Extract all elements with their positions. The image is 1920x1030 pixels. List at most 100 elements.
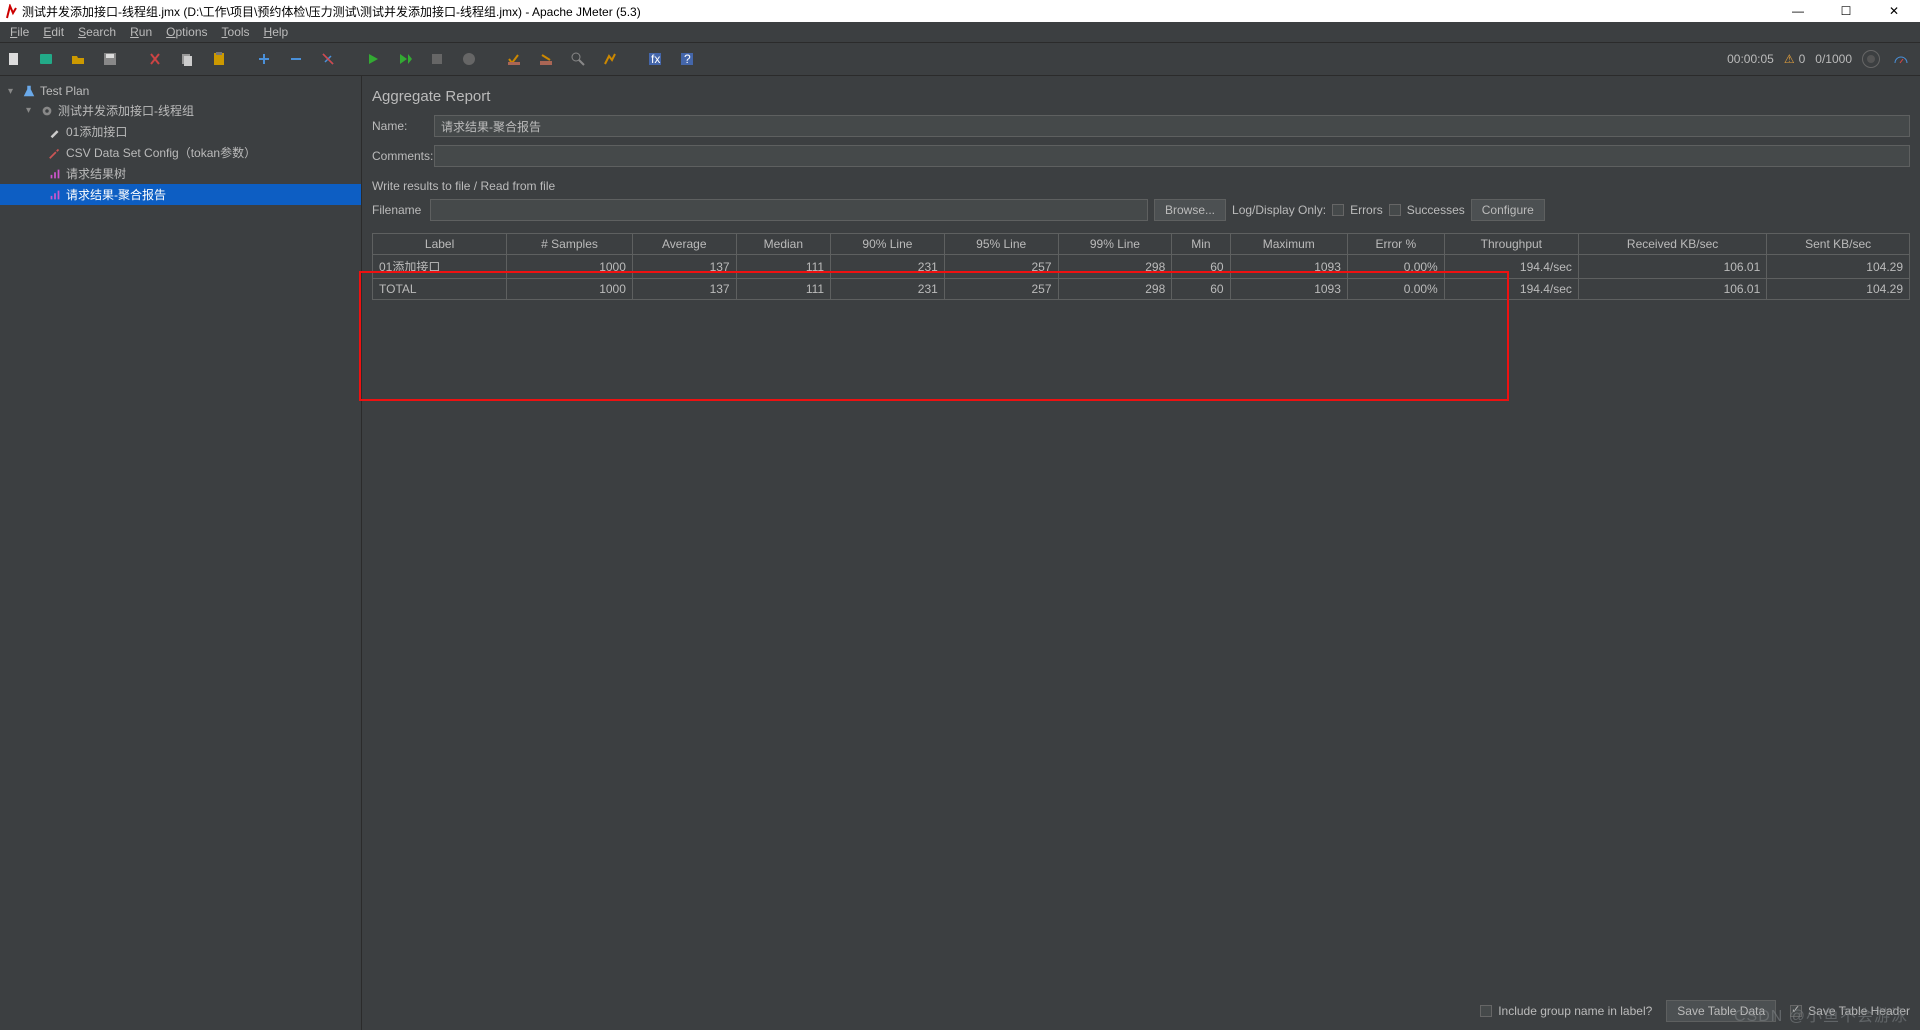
chevron-down-icon[interactable]: ▾ xyxy=(26,105,36,116)
table-cell: 298 xyxy=(1058,279,1172,300)
table-cell: 104.29 xyxy=(1767,255,1910,279)
name-input[interactable] xyxy=(434,115,1910,137)
clear-all-icon[interactable] xyxy=(536,49,556,69)
content-panel: Aggregate Report Name: Comments: Write r… xyxy=(362,76,1920,1030)
test-plan-tree[interactable]: ▾ Test Plan ▾ 测试并发添加接口-线程组 01添加接口 CSV Da… xyxy=(0,76,362,1030)
table-cell: 298 xyxy=(1058,255,1172,279)
table-header[interactable]: Maximum xyxy=(1230,234,1347,255)
active-threads: 0/1000 xyxy=(1815,52,1852,66)
comments-input[interactable] xyxy=(434,145,1910,167)
tree-label: CSV Data Set Config（tokan参数） xyxy=(66,144,256,161)
expand-icon[interactable] xyxy=(254,49,274,69)
gauge-icon[interactable] xyxy=(1890,49,1910,69)
clear-icon[interactable] xyxy=(504,49,524,69)
configure-button[interactable]: Configure xyxy=(1471,199,1545,221)
tree-node-csv-config[interactable]: CSV Data Set Config（tokan参数） xyxy=(0,142,361,163)
flask-icon xyxy=(22,84,36,98)
table-header[interactable]: Received KB/sec xyxy=(1578,234,1766,255)
pipette-icon xyxy=(48,125,62,139)
table-header[interactable]: Sent KB/sec xyxy=(1767,234,1910,255)
include-group-checkbox[interactable] xyxy=(1480,1005,1492,1017)
table-header[interactable]: Label xyxy=(373,234,507,255)
gear-icon xyxy=(40,104,54,118)
table-cell: 231 xyxy=(831,279,945,300)
menu-help[interactable]: Help xyxy=(258,23,295,41)
table-cell: 111 xyxy=(736,255,830,279)
reset-search-icon[interactable] xyxy=(600,49,620,69)
svg-text:fx: fx xyxy=(651,52,660,66)
menu-search[interactable]: Search xyxy=(72,23,122,41)
table-cell: 1000 xyxy=(507,279,633,300)
name-label: Name: xyxy=(372,119,424,133)
tree-label: 测试并发添加接口-线程组 xyxy=(58,102,194,119)
table-cell: 1093 xyxy=(1230,255,1347,279)
panel-title: Aggregate Report xyxy=(372,84,1910,115)
table-row[interactable]: TOTAL10001371112312572986010930.00%194.4… xyxy=(373,279,1910,300)
cut-icon[interactable] xyxy=(145,49,165,69)
window-close-button[interactable]: ✕ xyxy=(1880,4,1908,18)
help-icon[interactable]: ? xyxy=(677,49,697,69)
search-icon[interactable] xyxy=(568,49,588,69)
table-cell: 0.00% xyxy=(1347,255,1444,279)
errors-checkbox[interactable] xyxy=(1332,204,1344,216)
menu-options[interactable]: Options xyxy=(160,23,213,41)
table-header[interactable]: Average xyxy=(632,234,736,255)
include-group-label: Include group name in label? xyxy=(1498,1004,1652,1018)
filename-input[interactable] xyxy=(430,199,1148,221)
templates-icon[interactable] xyxy=(36,49,56,69)
collapse-icon[interactable] xyxy=(286,49,306,69)
tree-node-test-plan[interactable]: ▾ Test Plan xyxy=(0,82,361,100)
successes-checkbox[interactable] xyxy=(1389,204,1401,216)
window-title: 测试并发添加接口-线程组.jmx (D:\工作\项目\预约体检\压力测试\测试并… xyxy=(22,3,641,20)
table-header[interactable]: 95% Line xyxy=(944,234,1058,255)
window-minimize-button[interactable]: — xyxy=(1784,4,1812,18)
table-header[interactable]: # Samples xyxy=(507,234,633,255)
aggregate-table[interactable]: Label# SamplesAverageMedian90% Line95% L… xyxy=(372,233,1910,300)
successes-label: Successes xyxy=(1407,203,1465,217)
warning-count: 0 xyxy=(1799,52,1806,66)
stop-icon[interactable] xyxy=(427,49,447,69)
new-icon[interactable] xyxy=(4,49,24,69)
start-no-pause-icon[interactable] xyxy=(395,49,415,69)
menu-run[interactable]: Run xyxy=(124,23,158,41)
table-row[interactable]: 01添加接口10001371112312572986010930.00%194.… xyxy=(373,255,1910,279)
open-icon[interactable] xyxy=(68,49,88,69)
table-header[interactable]: Min xyxy=(1172,234,1230,255)
browse-button[interactable]: Browse... xyxy=(1154,199,1226,221)
table-header[interactable]: Error % xyxy=(1347,234,1444,255)
save-icon[interactable] xyxy=(100,49,120,69)
table-cell: 1093 xyxy=(1230,279,1347,300)
table-cell: 257 xyxy=(944,255,1058,279)
table-cell: 60 xyxy=(1172,279,1230,300)
copy-icon[interactable] xyxy=(177,49,197,69)
tree-node-thread-group[interactable]: ▾ 测试并发添加接口-线程组 xyxy=(0,100,361,121)
comments-label: Comments: xyxy=(372,149,424,163)
table-header[interactable]: 99% Line xyxy=(1058,234,1172,255)
menubar: File Edit Search Run Options Tools Help xyxy=(0,22,1920,43)
table-cell: 01添加接口 xyxy=(373,255,507,279)
paste-icon[interactable] xyxy=(209,49,229,69)
menu-tools[interactable]: Tools xyxy=(216,23,256,41)
menu-file[interactable]: File xyxy=(4,23,35,41)
chevron-down-icon[interactable]: ▾ xyxy=(8,86,18,97)
table-cell: 0.00% xyxy=(1347,279,1444,300)
window-titlebar: 测试并发添加接口-线程组.jmx (D:\工作\项目\预约体检\压力测试\测试并… xyxy=(0,0,1920,22)
table-header[interactable]: Throughput xyxy=(1444,234,1578,255)
table-header[interactable]: Median xyxy=(736,234,830,255)
start-icon[interactable] xyxy=(363,49,383,69)
shutdown-icon[interactable] xyxy=(459,49,479,69)
table-cell: 194.4/sec xyxy=(1444,279,1578,300)
warning-badge[interactable]: ⚠ 0 xyxy=(1784,52,1805,66)
table-header[interactable]: 90% Line xyxy=(831,234,945,255)
tree-node-aggregate-report[interactable]: 请求结果-聚合报告 xyxy=(0,184,361,205)
tree-node-results-tree[interactable]: 请求结果树 xyxy=(0,163,361,184)
table-cell: TOTAL xyxy=(373,279,507,300)
window-maximize-button[interactable]: ☐ xyxy=(1832,4,1860,18)
function-icon[interactable]: fx xyxy=(645,49,665,69)
wrench-icon xyxy=(48,146,62,160)
tree-node-sampler[interactable]: 01添加接口 xyxy=(0,121,361,142)
table-cell: 137 xyxy=(632,279,736,300)
main-area: ▾ Test Plan ▾ 测试并发添加接口-线程组 01添加接口 CSV Da… xyxy=(0,76,1920,1030)
menu-edit[interactable]: Edit xyxy=(37,23,70,41)
toggle-icon[interactable] xyxy=(318,49,338,69)
